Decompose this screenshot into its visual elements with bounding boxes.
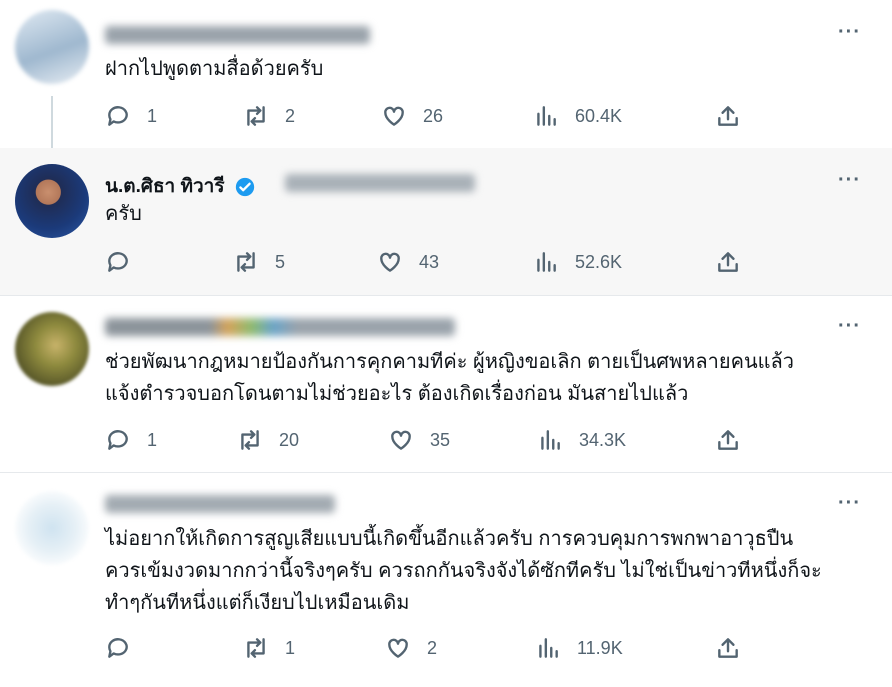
views-button[interactable]: 52.6K [533, 249, 622, 275]
tweet-text-line: แจ้งตำรวจบอกโดนตามไม่ช่วยอะไร ต้องเกิดเร… [105, 383, 689, 405]
reply-button[interactable] [105, 249, 147, 275]
more-options-icon[interactable]: ··· [838, 169, 861, 192]
share-icon [718, 252, 738, 272]
more-options-icon[interactable]: ··· [838, 315, 861, 338]
blurred-username [105, 495, 335, 513]
like-button[interactable]: 26 [381, 103, 443, 129]
share-button[interactable] [715, 427, 741, 453]
avatar[interactable] [15, 491, 89, 565]
tweet-text-line: ช่วยพัฒนากฎหมายป้องกันการคุกคามทีค่ะ ผู้… [105, 351, 794, 373]
heart-icon [384, 106, 404, 126]
verified-badge-icon [235, 177, 255, 197]
like-button[interactable]: 2 [385, 635, 437, 661]
avatar[interactable] [15, 312, 89, 386]
retweet-button[interactable]: 2 [243, 103, 295, 129]
retweet-button[interactable]: 5 [233, 249, 285, 275]
reply-button[interactable] [105, 635, 147, 661]
more-options-icon[interactable]: ··· [838, 21, 861, 44]
views-count: 60.4K [575, 105, 623, 126]
views-chart-icon [539, 638, 558, 658]
like-button[interactable]: 43 [377, 249, 439, 275]
reply-icon [108, 638, 128, 658]
views-chart-icon [537, 252, 556, 272]
display-name[interactable]: น.ต.ศิธา ทิวารี [105, 171, 256, 201]
views-chart-icon [537, 106, 556, 126]
retweet-count: 2 [285, 105, 296, 126]
like-button[interactable]: 35 [388, 427, 450, 453]
reply-count: 1 [147, 105, 158, 126]
blurred-username [105, 318, 455, 336]
heart-icon [388, 638, 408, 658]
share-button[interactable] [715, 249, 741, 275]
reply-icon [108, 106, 128, 126]
thread-line [51, 96, 53, 148]
retweet-icon [237, 252, 255, 272]
views-button[interactable]: 11.9K [535, 635, 623, 661]
retweet-icon [241, 430, 259, 450]
views-count: 52.6K [575, 251, 623, 272]
tweet-0[interactable]: ··· ฝากไปพูดตามสื่อด้วยครับ 1 2 26 60.4K [0, 0, 892, 148]
tweet-2[interactable]: ··· ช่วยพัฒนากฎหมายป้องกันการคุกคามทีค่ะ… [0, 296, 892, 472]
blurred-username [285, 174, 475, 192]
views-count: 11.9K [577, 637, 623, 658]
like-count: 26 [423, 105, 444, 126]
retweet-icon [247, 106, 265, 126]
avatar[interactable] [15, 10, 89, 84]
heart-icon [380, 252, 400, 272]
more-options-icon[interactable]: ··· [838, 492, 861, 515]
tweet-text-line: ทำๆกันทีหนึ่งแต่ก็เงียบไปเหมือนเดิม [105, 592, 410, 614]
reply-button[interactable]: 1 [105, 427, 157, 453]
like-count: 43 [419, 251, 440, 272]
views-button[interactable]: 34.3K [537, 427, 626, 453]
retweet-count: 20 [279, 429, 300, 450]
tweet-text-line: ครับ [105, 203, 142, 225]
retweet-button[interactable]: 20 [237, 427, 299, 453]
tweet-1[interactable]: น.ต.ศิธา ทิวารี ··· ครับ 5 43 52.6K [0, 148, 892, 295]
display-name-text: น.ต.ศิธา ทิวารี [105, 176, 225, 197]
share-icon [718, 638, 738, 658]
like-count: 35 [430, 429, 451, 450]
avatar[interactable] [15, 164, 89, 238]
reply-icon [108, 430, 128, 450]
retweet-count: 1 [285, 637, 296, 658]
views-count: 34.3K [579, 429, 627, 450]
views-chart-icon [541, 430, 560, 450]
share-icon [718, 430, 738, 450]
share-button[interactable] [715, 103, 741, 129]
tweet-text-line: ไม่อยากให้เกิดการสูญเสียแบบนี้เกิดขึ้นอี… [105, 528, 794, 550]
retweet-icon [247, 638, 265, 658]
tweet-text-line: ควรเข้มงวดมากกว่านี้จริงๆครับ ควรถกกันจร… [105, 560, 822, 582]
heart-icon [391, 430, 411, 450]
share-icon [718, 106, 738, 126]
share-button[interactable] [715, 635, 741, 661]
like-count: 2 [427, 637, 438, 658]
retweet-count: 5 [275, 251, 286, 272]
reply-count: 1 [147, 429, 158, 450]
reply-icon [108, 252, 128, 272]
blurred-username [105, 26, 370, 44]
retweet-button[interactable]: 1 [243, 635, 295, 661]
views-button[interactable]: 60.4K [533, 103, 622, 129]
tweet-3[interactable]: ··· ไม่อยากให้เกิดการสูญเสียแบบนี้เกิดขึ… [0, 473, 892, 687]
reply-button[interactable]: 1 [105, 103, 157, 129]
tweet-text-line: ฝากไปพูดตามสื่อด้วยครับ [105, 58, 324, 80]
